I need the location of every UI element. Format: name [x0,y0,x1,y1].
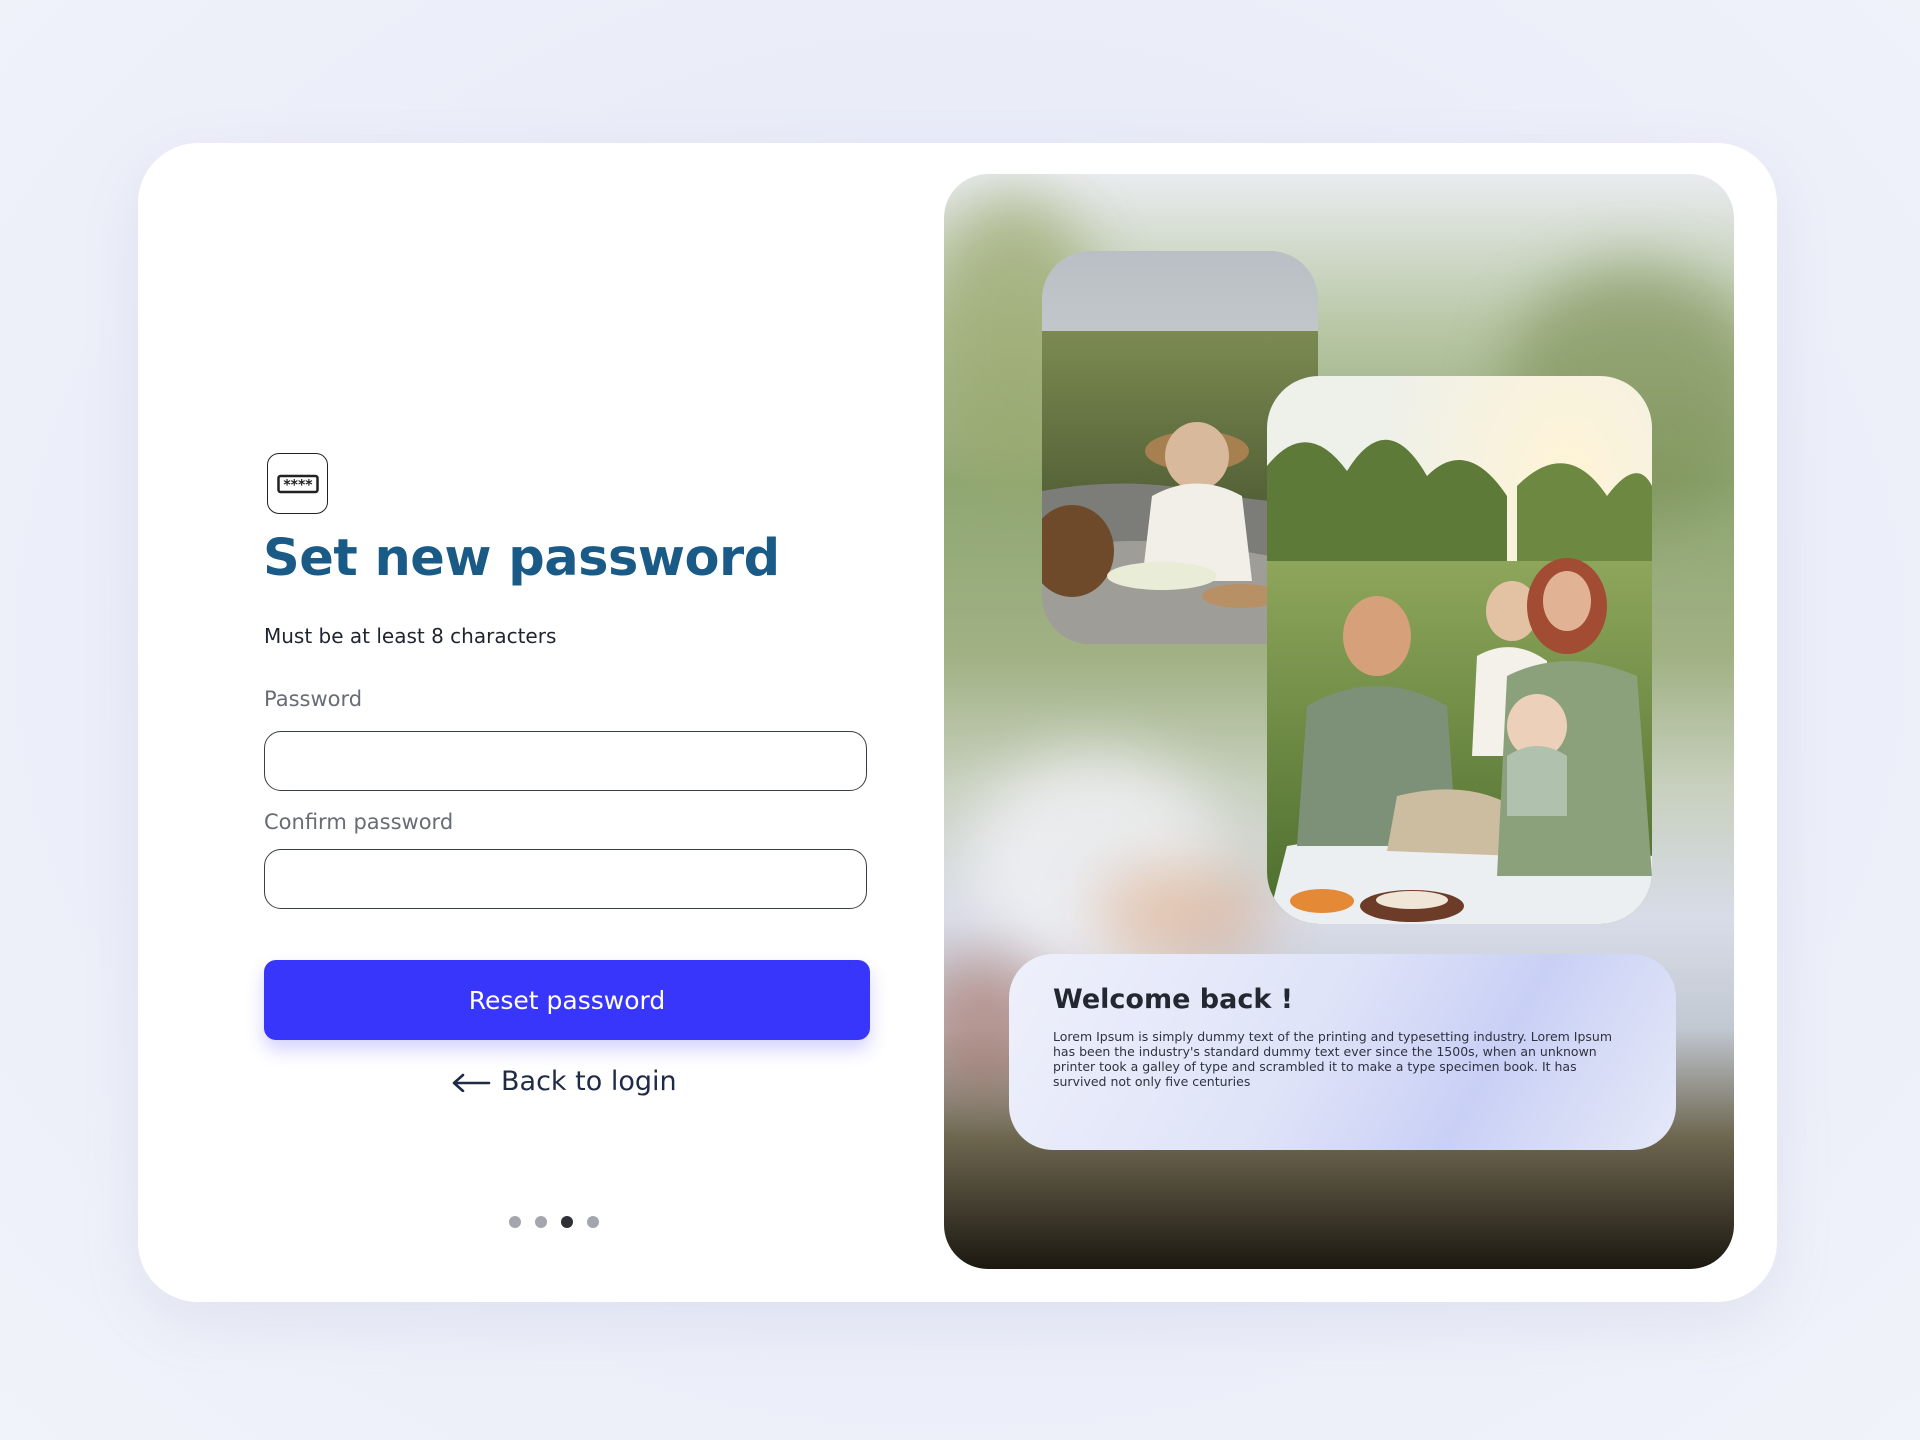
welcome-box: Welcome back ! Lorem Ipsum is simply dum… [1009,954,1676,1150]
pagination-dot[interactable] [587,1216,599,1228]
pagination-dot[interactable] [535,1216,547,1228]
confirm-password-label: Confirm password [264,810,454,834]
arrow-left-icon [452,1073,491,1092]
back-to-login-link[interactable]: Back to login [451,1066,677,1097]
svg-text:****: **** [283,477,313,493]
reset-password-button[interactable]: Reset password [264,960,870,1040]
password-requirement: Must be at least 8 characters [264,624,557,648]
pagination-dots [509,1216,599,1228]
family-picnic-photo [1267,376,1652,924]
page-title: Set new password [263,529,780,588]
password-label: Password [264,687,363,711]
welcome-title: Welcome back ! [1053,984,1294,1015]
password-input[interactable] [264,731,867,791]
confirm-password-input[interactable] [264,849,867,909]
pagination-dot[interactable] [509,1216,521,1228]
password-key-icon: **** [267,453,328,514]
auth-card: **** Set new password Must be at least 8… [138,143,1777,1302]
photo-panel: Welcome back ! Lorem Ipsum is simply dum… [944,174,1734,1269]
welcome-body: Lorem Ipsum is simply dummy text of the … [1053,1029,1613,1089]
pagination-dot-active[interactable] [561,1216,573,1228]
back-to-login-label: Back to login [501,1066,677,1097]
